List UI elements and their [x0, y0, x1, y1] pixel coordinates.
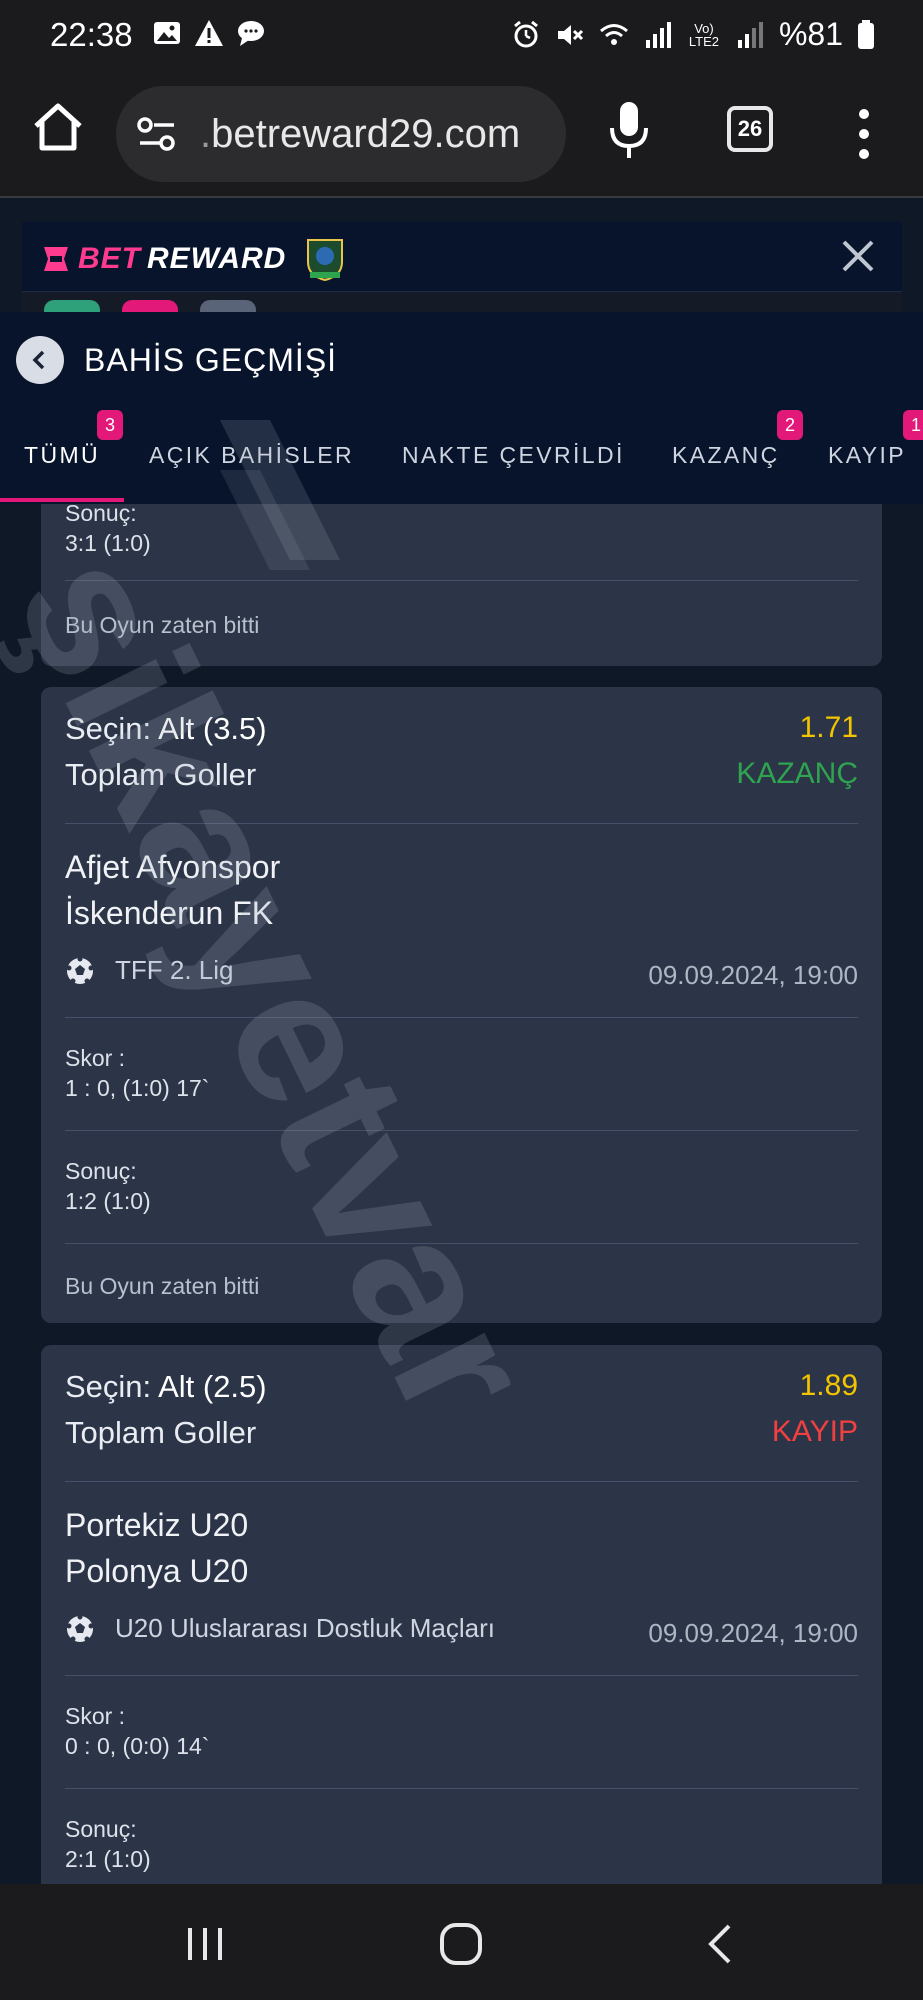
filter-tabs: TÜMÜ 3 AÇIK BAHİSLER NAKTE ÇEVRİLDİ KAZA… — [0, 410, 923, 504]
status-time: 22:38 — [50, 16, 133, 53]
chat-icon — [238, 21, 264, 46]
away-team: Polonya U20 — [65, 1553, 249, 1589]
match-date: 09.09.2024, 19:00 — [648, 1618, 858, 1648]
battery-icon — [858, 19, 874, 49]
android-nav-bar — [0, 1884, 923, 2000]
league-row: U20 Uluslararası Dostluk Maçları — [65, 1613, 495, 1644]
score-value: 0 : 0, (0:0) 14` — [65, 1733, 210, 1759]
score-value: 1 : 0, (1:0) 17` — [65, 1075, 210, 1101]
divider — [65, 1017, 858, 1018]
tab-lost[interactable]: KAYIP — [828, 442, 906, 469]
bet-card: Seçin: Alt (2.5) 1.89 Toplam Goller KAYI… — [41, 1345, 882, 1884]
address-bar[interactable]: .betreward29.com — [116, 86, 566, 182]
more-menu-icon[interactable] — [852, 106, 876, 162]
site-settings-icon[interactable] — [136, 116, 178, 152]
logo-mark-icon — [44, 247, 68, 271]
soccer-ball-icon — [66, 1614, 94, 1642]
chevron-left-icon — [32, 350, 45, 370]
divider — [65, 580, 858, 581]
status-badge: KAZANÇ — [736, 757, 858, 790]
back-nav-icon[interactable] — [697, 1920, 747, 1968]
divider — [65, 1675, 858, 1676]
browser-toolbar: .betreward29.com 26 — [0, 70, 923, 198]
odds-value: 1.89 — [799, 1369, 858, 1402]
tab-won-count-badge: 2 — [777, 410, 803, 440]
microphone-icon[interactable] — [606, 100, 652, 160]
recent-apps-icon[interactable] — [180, 1920, 230, 1968]
divider — [65, 823, 858, 824]
pick-line: Seçin: Alt (3.5) — [65, 711, 267, 746]
signal-icon — [645, 21, 671, 48]
gallery-icon — [154, 22, 180, 44]
bet-card: Sonuç: 3:1 (1:0) Bu Oyun zaten bitti — [41, 504, 882, 666]
result-value: 1:2 (1:0) — [65, 1188, 151, 1214]
active-tab-indicator — [0, 498, 124, 502]
game-finished-note: Bu Oyun zaten bitti — [65, 612, 260, 638]
tab-lost-count-badge: 1 — [903, 410, 923, 440]
away-team: İskenderun FK — [65, 895, 274, 931]
site-header: BET REWARD — [22, 222, 902, 292]
betreward-logo[interactable]: BET REWARD — [40, 236, 348, 282]
tab-won[interactable]: KAZANÇ — [672, 442, 780, 469]
pick-line: Seçin: Alt (2.5) — [65, 1369, 267, 1404]
alarm-icon — [514, 20, 538, 47]
status-bar: 22:38 Vo) LTE2 %81 — [0, 0, 923, 70]
divider — [65, 1130, 858, 1131]
score-label: Skor : — [65, 1703, 126, 1729]
tab-cashed-out[interactable]: NAKTE ÇEVRİLDİ — [402, 442, 625, 469]
result-label: Sonuç: — [65, 504, 137, 526]
close-icon[interactable] — [838, 236, 878, 276]
home-team: Portekiz U20 — [65, 1507, 249, 1543]
result-value: 2:1 (1:0) — [65, 1846, 151, 1872]
result-label: Sonuç: — [65, 1158, 137, 1184]
battery-percent: %81 — [778, 16, 843, 52]
logo-bet-text: BET — [78, 242, 141, 275]
game-finished-note: Bu Oyun zaten bitti — [65, 1273, 260, 1299]
wifi-icon — [599, 23, 628, 45]
odds-value: 1.71 — [799, 711, 858, 744]
signal-2-icon — [737, 21, 763, 48]
score-label: Skor : — [65, 1045, 126, 1071]
page-title: BAHİS GEÇMİŞİ — [84, 342, 338, 378]
url-text[interactable]: .betreward29.com — [200, 112, 520, 157]
status-badge: KAYIP — [771, 1415, 858, 1448]
network-label: Vo) LTE2 — [688, 20, 719, 49]
sponsor-badge-icon — [307, 239, 344, 282]
bet-card: Seçin: Alt (3.5) 1.71 Toplam Goller KAZA… — [41, 687, 882, 1323]
warning-icon — [195, 20, 223, 46]
tab-switcher-button[interactable]: 26 — [727, 106, 773, 152]
page-titlebar: BAHİS GEÇMİŞİ — [0, 312, 923, 410]
match-date: 09.09.2024, 19:00 — [648, 960, 858, 990]
back-button[interactable] — [16, 336, 64, 384]
home-nav-icon[interactable] — [436, 1920, 486, 1968]
status-left-icons — [152, 18, 266, 48]
result-label: Sonuç: — [65, 1816, 137, 1842]
league-name: U20 Uluslararası Dostluk Maçları — [115, 1613, 496, 1643]
league-name: TFF 2. Lig — [115, 955, 234, 985]
divider — [65, 1481, 858, 1482]
bet-history-list[interactable]: Sonuç: 3:1 (1:0) Bu Oyun zaten bitti Seç… — [0, 504, 923, 1884]
logo-reward-text: REWARD — [147, 242, 287, 275]
league-row: TFF 2. Lig — [65, 955, 233, 986]
soccer-ball-icon — [66, 956, 94, 984]
tab-all[interactable]: TÜMÜ — [24, 442, 100, 469]
home-team: Afjet Afyonspor — [65, 849, 281, 885]
status-right-icons: Vo) LTE2 %81 — [511, 16, 875, 53]
tab-open-bets[interactable]: AÇIK BAHİSLER — [149, 442, 354, 469]
tab-all-count-badge: 3 — [97, 410, 123, 440]
home-icon[interactable] — [30, 100, 86, 156]
market-name: Toplam Goller — [65, 1415, 257, 1450]
mute-icon — [557, 24, 584, 45]
result-value: 3:1 (1:0) — [65, 530, 151, 556]
divider — [65, 1243, 858, 1244]
divider — [65, 1788, 858, 1789]
